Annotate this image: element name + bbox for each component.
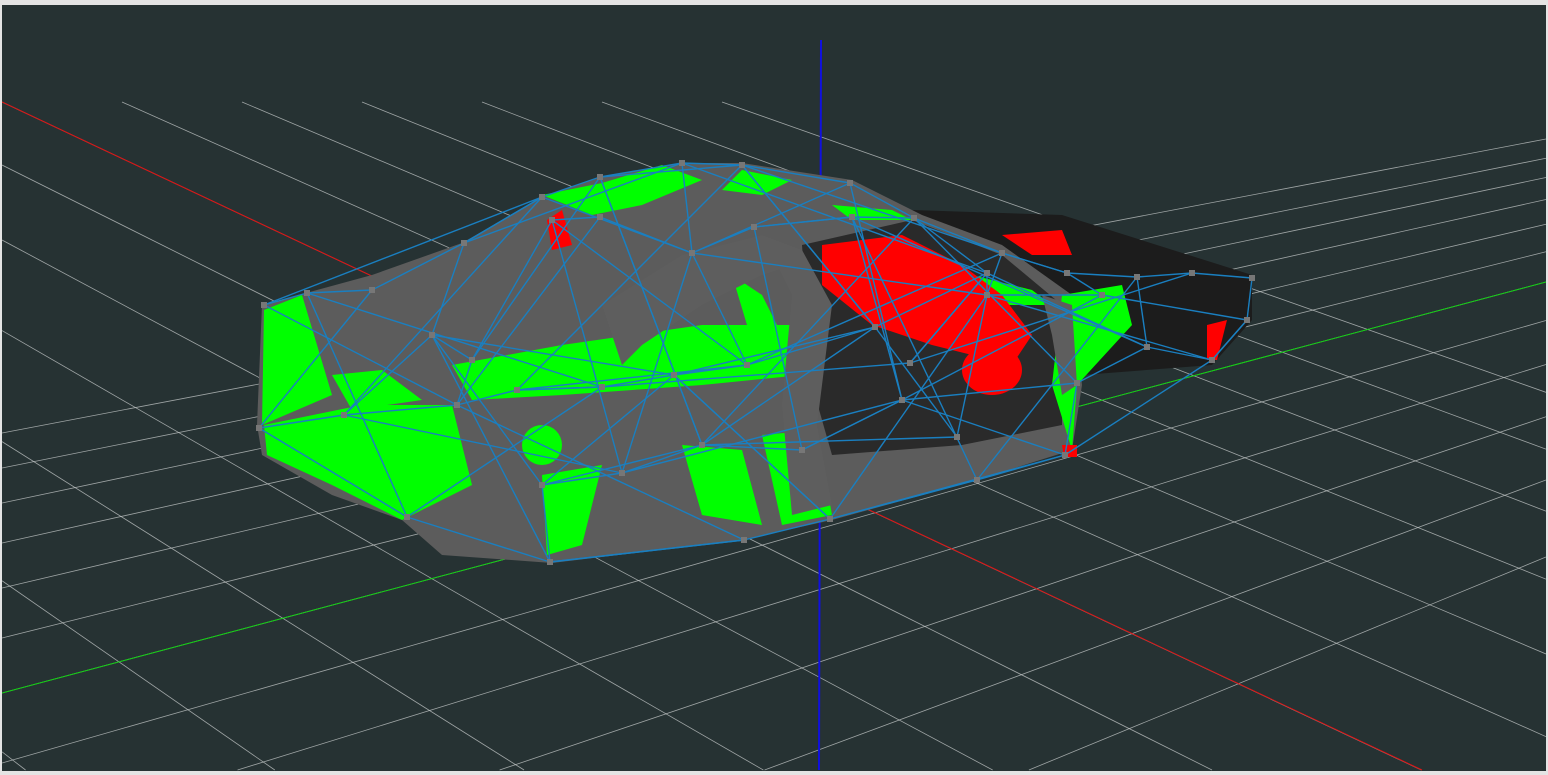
- vertex-handle[interactable]: [404, 514, 410, 520]
- vertex-handle[interactable]: [872, 324, 878, 330]
- vertex-handle[interactable]: [984, 292, 990, 298]
- vertex-handle[interactable]: [699, 442, 705, 448]
- vertex-handle[interactable]: [619, 470, 625, 476]
- vertex-handle[interactable]: [597, 174, 603, 180]
- vertex-handle[interactable]: [799, 447, 805, 453]
- vertex-handle[interactable]: [461, 240, 467, 246]
- grid-line: [2, 580, 276, 771]
- vertex-handle[interactable]: [547, 559, 553, 565]
- vertex-handle[interactable]: [744, 362, 750, 368]
- vertex-handle[interactable]: [1099, 292, 1105, 298]
- vertex-handle[interactable]: [827, 516, 833, 522]
- vertex-handle[interactable]: [741, 537, 747, 543]
- vertex-handle[interactable]: [671, 372, 677, 378]
- scene-canvas[interactable]: [2, 5, 1546, 771]
- vertex-handle[interactable]: [341, 412, 347, 418]
- grid-line: [764, 479, 1546, 771]
- vertex-handle[interactable]: [539, 194, 545, 200]
- vertex-handle[interactable]: [751, 224, 757, 230]
- vertex-handle[interactable]: [539, 482, 545, 488]
- vertex-handle[interactable]: [679, 160, 685, 166]
- 3d-viewport[interactable]: [2, 5, 1546, 771]
- vertex-handle[interactable]: [911, 215, 917, 221]
- vertex-handle[interactable]: [469, 357, 475, 363]
- vertex-handle[interactable]: [599, 384, 605, 390]
- vertex-handle[interactable]: [1209, 357, 1215, 363]
- vertex-handle[interactable]: [549, 217, 555, 223]
- vertex-handle[interactable]: [739, 162, 745, 168]
- vertex-handle[interactable]: [514, 387, 520, 393]
- vertex-handle[interactable]: [847, 180, 853, 186]
- vertex-handle[interactable]: [1144, 344, 1150, 350]
- vertex-handle[interactable]: [899, 397, 905, 403]
- grid-line: [1028, 556, 1546, 771]
- vertex-handle[interactable]: [304, 290, 310, 296]
- window-frame: [0, 0, 1548, 775]
- wireframe-edge: [851, 216, 915, 219]
- vertex-handle[interactable]: [256, 425, 262, 431]
- vertex-handle[interactable]: [1244, 317, 1250, 323]
- vertex-handle[interactable]: [907, 360, 913, 366]
- vertex-handle[interactable]: [974, 477, 980, 483]
- vertex-handle[interactable]: [1062, 452, 1068, 458]
- grid-line: [2, 751, 26, 771]
- vertex-handle[interactable]: [261, 302, 267, 308]
- vertex-handle[interactable]: [1189, 270, 1195, 276]
- vertex-handle[interactable]: [954, 434, 960, 440]
- vertex-handle[interactable]: [454, 402, 460, 408]
- vertex-handle[interactable]: [689, 250, 695, 256]
- vertex-handle[interactable]: [1074, 380, 1080, 386]
- vertex-handle[interactable]: [849, 214, 855, 220]
- vertex-handle[interactable]: [999, 250, 1005, 256]
- vertex-handle[interactable]: [369, 287, 375, 293]
- car-body-model[interactable]: [256, 160, 1255, 565]
- vertex-handle[interactable]: [1134, 274, 1140, 280]
- vertex-handle[interactable]: [1249, 275, 1255, 281]
- vertex-handle[interactable]: [984, 270, 990, 276]
- vertex-handle[interactable]: [429, 332, 435, 338]
- vertex-handle[interactable]: [597, 214, 603, 220]
- vertex-handle[interactable]: [1064, 270, 1070, 276]
